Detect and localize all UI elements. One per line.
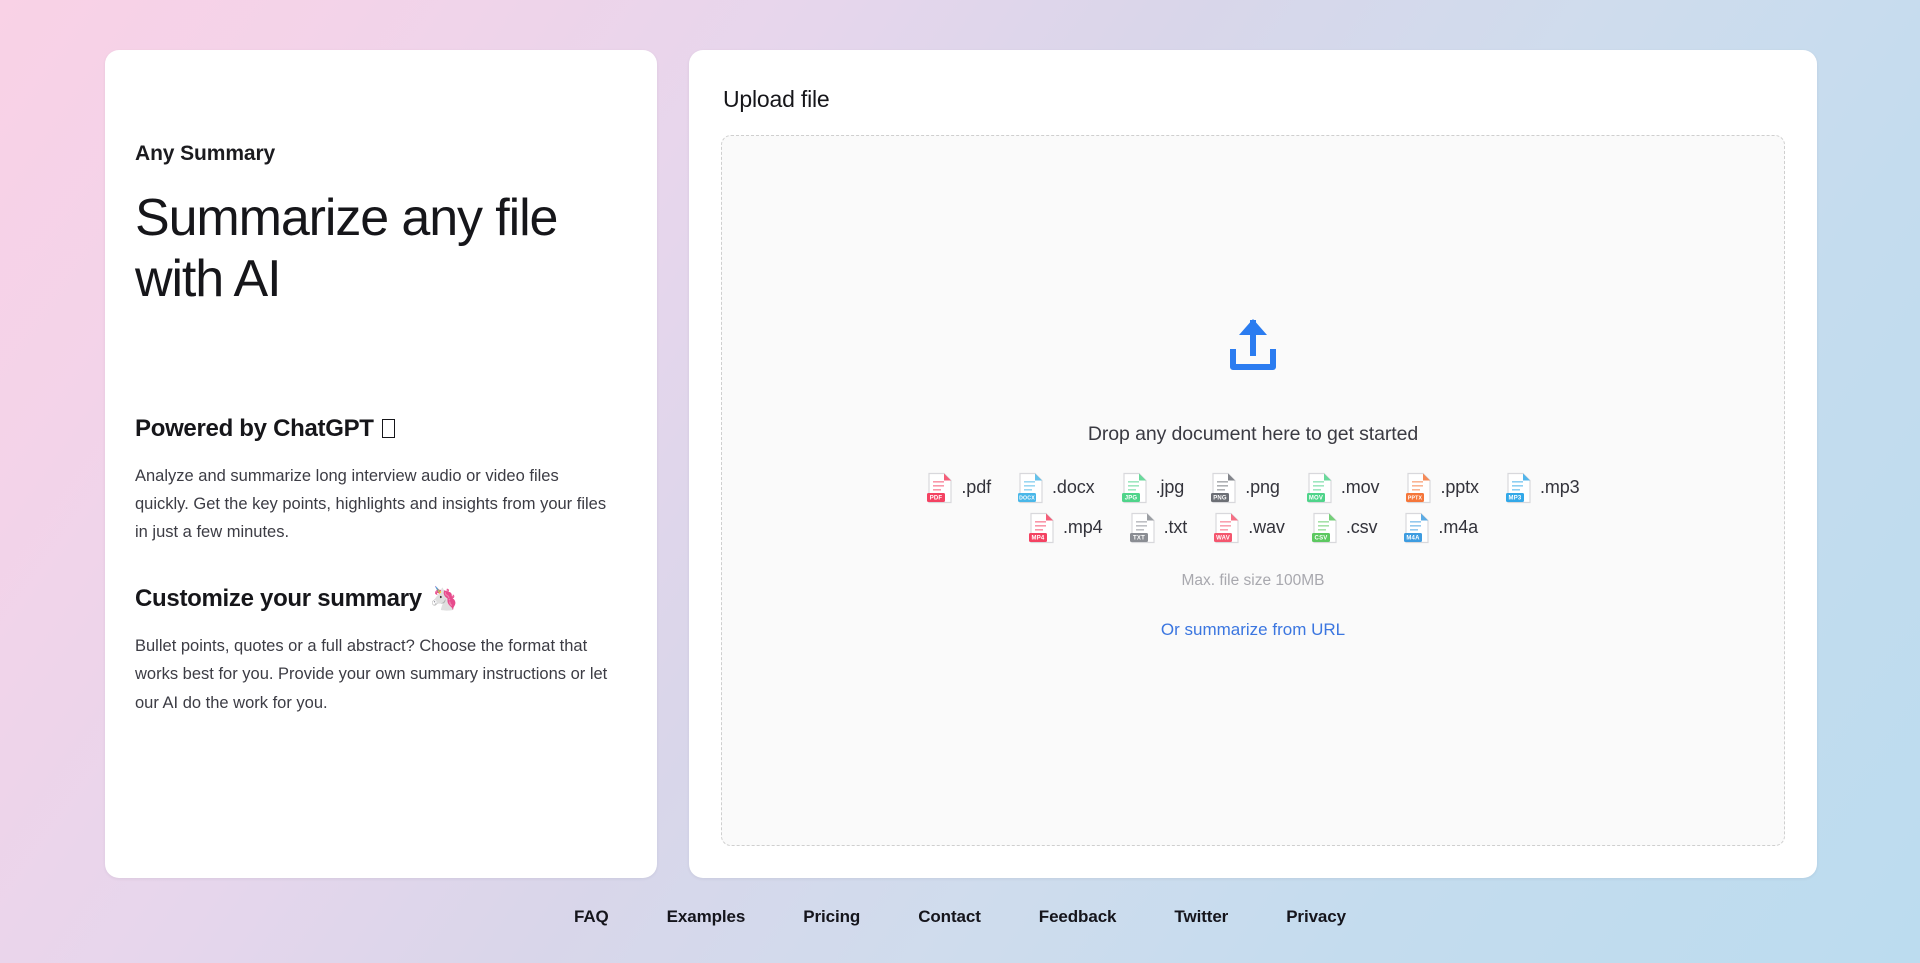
footer-link-feedback[interactable]: Feedback	[1010, 907, 1146, 927]
svg-text:MP3: MP3	[1509, 495, 1522, 501]
file-type-chip-m4a: M4A .m4a	[1403, 512, 1478, 544]
supported-file-types: PDF .pdf DOCX .docx JPG .jpg PNG .png MO…	[722, 472, 1784, 552]
file-type-chip-mp4: MP4 .mp4	[1028, 512, 1103, 544]
wav-file-icon: WAV	[1213, 512, 1241, 544]
footer-link-pricing[interactable]: Pricing	[774, 907, 889, 927]
marketing-card: Any Summary Summarize any file with AI P…	[105, 50, 657, 878]
svg-text:JPG: JPG	[1124, 495, 1137, 501]
file-type-row: PDF .pdf DOCX .docx JPG .jpg PNG .png MO…	[722, 472, 1784, 504]
file-type-label: .txt	[1163, 517, 1188, 537]
feature-title-text: Customize your summary	[135, 584, 422, 612]
feature-title: Customize your summary 🦄	[135, 585, 627, 613]
file-type-label: .docx	[1052, 477, 1095, 497]
dropzone-instruction: Drop any document here to get started	[1087, 422, 1419, 445]
svg-text:PDF: PDF	[930, 495, 943, 501]
file-type-label: .pptx	[1440, 477, 1479, 497]
png-file-icon: PNG	[1210, 472, 1238, 504]
file-type-label: .mp4	[1062, 517, 1103, 537]
file-dropzone[interactable]: Drop any document here to get started PD…	[721, 135, 1785, 846]
file-type-label: .wav	[1248, 517, 1285, 537]
upload-card: Upload file Drop any document here to ge…	[689, 50, 1817, 878]
svg-text:TXT: TXT	[1133, 535, 1145, 541]
upload-icon	[1225, 316, 1281, 379]
file-type-chip-docx: DOCX .docx	[1017, 472, 1095, 504]
file-type-label: .m4a	[1438, 517, 1479, 537]
main-content: Any Summary Summarize any file with AI P…	[0, 0, 1920, 878]
file-type-label: .mov	[1340, 477, 1380, 497]
feature-customize-summary: Customize your summary 🦄 Bullet points, …	[135, 585, 627, 717]
footer-nav: FAQ Examples Pricing Contact Feedback Twitter…	[0, 878, 1920, 963]
max-file-size-note: Max. file size 100MB	[1181, 571, 1325, 589]
file-type-chip-png: PNG .png	[1210, 472, 1280, 504]
footer-link-privacy[interactable]: Privacy	[1257, 907, 1375, 927]
svg-text:MP4: MP4	[1031, 535, 1044, 541]
docx-file-icon: DOCX	[1017, 472, 1045, 504]
jpg-file-icon: JPG	[1121, 472, 1149, 504]
footer-link-faq[interactable]: FAQ	[545, 907, 638, 927]
svg-text:PNG: PNG	[1213, 495, 1227, 501]
footer-link-contact[interactable]: Contact	[889, 907, 1010, 927]
feature-body: Bullet points, quotes or a full abstract…	[135, 636, 608, 712]
feature-powered-by-chatgpt: Powered by ChatGPT Analyze and summarize…	[135, 415, 627, 547]
brand-name: Any Summary	[135, 142, 276, 165]
mp3-file-icon: MP3	[1505, 472, 1533, 504]
file-type-chip-pdf: PDF .pdf	[926, 472, 991, 504]
footer-link-examples[interactable]: Examples	[638, 907, 775, 927]
feature-title-text: Powered by ChatGPT	[135, 414, 374, 442]
missing-glyph-box-icon	[381, 418, 395, 438]
file-type-chip-csv: CSV .csv	[1311, 512, 1378, 544]
file-type-label: .pdf	[961, 477, 992, 497]
file-type-label: .png	[1245, 477, 1280, 497]
svg-text:PPTX: PPTX	[1408, 495, 1423, 501]
svg-text:MOV: MOV	[1309, 495, 1323, 501]
file-type-chip-mov: MOV .mov	[1306, 472, 1380, 504]
txt-file-icon: TXT	[1129, 512, 1157, 544]
file-type-row: MP4 .mp4 TXT .txt WAV .wav CSV .csv M4A …	[722, 512, 1784, 544]
file-type-chip-pptx: PPTX .pptx	[1405, 472, 1479, 504]
svg-text:M4A: M4A	[1407, 535, 1421, 541]
file-type-label: .csv	[1345, 517, 1378, 537]
pdf-file-icon: PDF	[926, 472, 954, 504]
svg-text:CSV: CSV	[1314, 535, 1327, 541]
mp4-file-icon: MP4	[1028, 512, 1056, 544]
summarize-from-url-link[interactable]: Or summarize from URL	[1161, 620, 1345, 640]
file-type-chip-jpg: JPG .jpg	[1121, 472, 1185, 504]
pptx-file-icon: PPTX	[1405, 472, 1433, 504]
feature-title: Powered by ChatGPT	[135, 415, 627, 443]
file-type-label: .jpg	[1155, 477, 1185, 497]
file-type-chip-txt: TXT .txt	[1129, 512, 1188, 544]
unicorn-icon: 🦄	[429, 584, 459, 611]
footer-link-twitter[interactable]: Twitter	[1145, 907, 1257, 927]
file-type-chip-wav: WAV .wav	[1213, 512, 1285, 544]
feature-body: Analyze and summarize long interview aud…	[135, 466, 607, 542]
upload-panel-title: Upload file	[723, 86, 830, 112]
file-type-label: .mp3	[1539, 477, 1580, 497]
page-title: Summarize any file with AI	[135, 189, 558, 308]
page-root: Any Summary Summarize any file with AI P…	[0, 0, 1920, 963]
csv-file-icon: CSV	[1311, 512, 1339, 544]
file-type-chip-mp3: MP3 .mp3	[1505, 472, 1580, 504]
svg-text:WAV: WAV	[1216, 535, 1230, 541]
mov-file-icon: MOV	[1306, 472, 1334, 504]
m4a-file-icon: M4A	[1403, 512, 1431, 544]
svg-text:DOCX: DOCX	[1019, 495, 1035, 501]
